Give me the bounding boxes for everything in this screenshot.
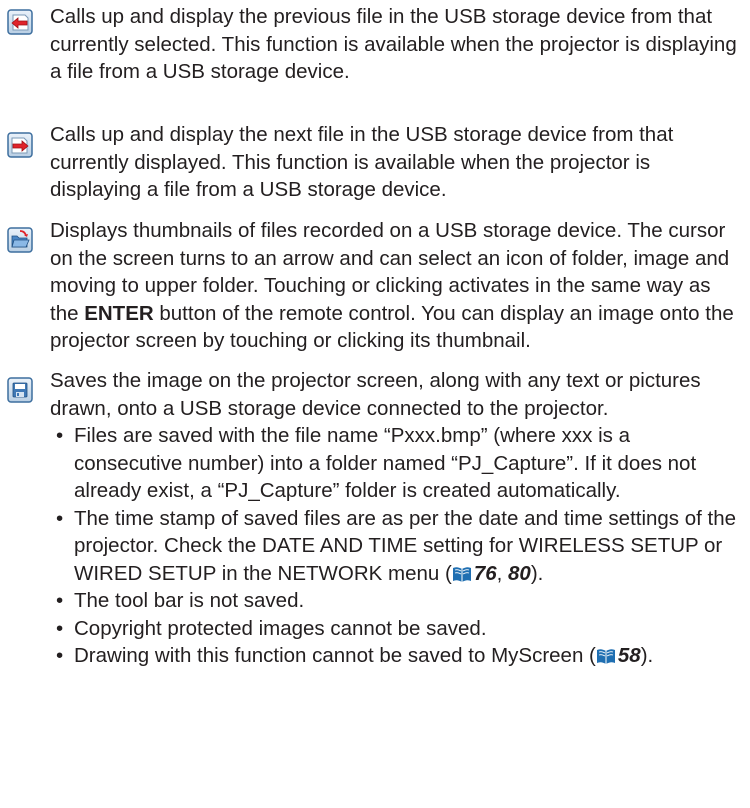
previous-file-description: Calls up and display the previous file i… — [50, 5, 737, 83]
save-note-myscreen: • Drawing with this function cannot be s… — [50, 642, 740, 670]
bullet: • — [56, 589, 64, 612]
next-file-icon — [7, 132, 33, 158]
open-folder-thumbnails-icon — [7, 227, 33, 253]
save-note-filename-text: Files are saved with the file name “Pxxx… — [74, 424, 697, 502]
page-reference-76[interactable]: 76 — [474, 562, 497, 585]
page-reference-80[interactable]: 80 — [508, 562, 531, 585]
bullet: • — [56, 506, 64, 530]
enter-button-label: ENTER — [84, 301, 154, 325]
reference-separator: , — [496, 561, 509, 585]
thumbnails-description: Displays thumbnails of files recorded on… — [50, 217, 740, 355]
book-reference-icon — [452, 566, 471, 582]
save-note-timestamp-end: ). — [530, 561, 544, 585]
save-note-toolbar-text: The tool bar is not saved. — [74, 589, 305, 612]
save-description: Saves the image on the projector screen,… — [50, 369, 701, 420]
save-notes-list: • Files are saved with the file name “Px… — [50, 422, 740, 670]
next-file-description: Calls up and display the next file in th… — [50, 123, 674, 201]
manual-page: Calls up and display the previous file i… — [0, 0, 750, 808]
bullet: • — [56, 616, 64, 640]
bullet: • — [56, 424, 64, 447]
previous-file-icon — [7, 9, 33, 35]
save-note-myscreen-end: ). — [640, 644, 654, 667]
save-icon — [7, 377, 33, 403]
page-reference-58[interactable]: 58 — [618, 644, 641, 667]
save-note-myscreen-text: Drawing with this function cannot be sav… — [74, 644, 596, 667]
save-note-toolbar: • The tool bar is not saved. — [50, 587, 740, 615]
save-note-copyright-text: Copyright protected images cannot be sav… — [74, 616, 487, 640]
save-note-copyright: • Copyright protected images cannot be s… — [50, 615, 740, 643]
save-note-timestamp-text: The time stamp of saved files are as per… — [74, 506, 737, 585]
save-note-timestamp: • The time stamp of saved files are as p… — [50, 505, 740, 588]
book-reference-icon — [596, 649, 615, 664]
bullet: • — [56, 644, 64, 667]
save-note-filename: • Files are saved with the file name “Px… — [50, 422, 740, 505]
